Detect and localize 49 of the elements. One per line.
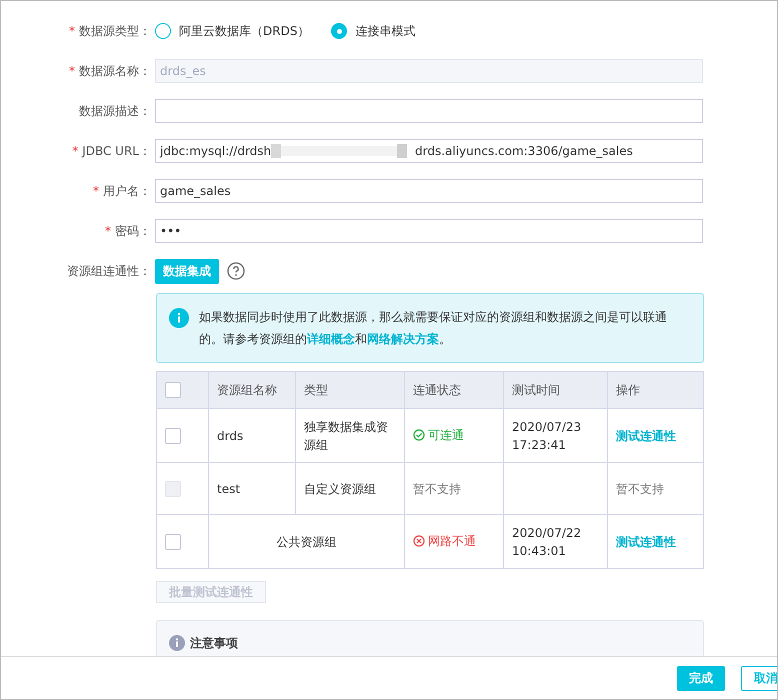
test-connectivity-link[interactable]: 测试连通性 bbox=[616, 428, 676, 442]
error-circle-icon bbox=[413, 534, 425, 546]
input-field[interactable] bbox=[155, 99, 703, 123]
table-cell: test bbox=[208, 462, 296, 514]
help-icon[interactable] bbox=[227, 262, 245, 280]
table-cell: 2020/07/23 17:23:41 bbox=[504, 408, 608, 462]
info-icon bbox=[169, 308, 189, 328]
radio-label: 连接串模式 bbox=[355, 22, 416, 40]
column-header: 资源组名称 bbox=[208, 372, 296, 408]
info-icon bbox=[169, 635, 185, 651]
confirm-button[interactable]: 完成 bbox=[677, 666, 725, 690]
checkbox[interactable] bbox=[165, 428, 181, 444]
column-header: 类型 bbox=[296, 372, 404, 408]
table-cell: 公共资源组 bbox=[208, 514, 404, 568]
network-solution-link[interactable]: 网络解决方案 bbox=[367, 332, 439, 346]
input-field[interactable]: jdbc:mysql://drdsh drds.aliyuncs.com:3306/game_sales bbox=[155, 139, 703, 163]
field-label: * 数据源名称： bbox=[68, 62, 152, 80]
radio-option[interactable]: 连接串模式 bbox=[331, 22, 416, 40]
status-text: 网路不通 bbox=[413, 532, 476, 550]
checkbox[interactable] bbox=[165, 382, 181, 398]
field-label: * 密码： bbox=[104, 222, 152, 240]
action-text: 暂不支持 bbox=[616, 480, 664, 498]
table-cell: 2020/07/22 10:43:01 bbox=[504, 514, 608, 568]
radio-label: 阿里云数据库（DRDS） bbox=[179, 22, 310, 40]
field-label: 数据源描述： bbox=[78, 102, 152, 120]
field-label: * 数据源类型： bbox=[68, 22, 152, 40]
radio-option[interactable]: 阿里云数据库（DRDS） bbox=[155, 22, 310, 40]
concept-link[interactable]: 详细概念 bbox=[307, 332, 355, 346]
column-header: 连通状态 bbox=[404, 372, 504, 408]
test-connectivity-link[interactable]: 测试连通性 bbox=[616, 534, 676, 548]
info-text: 如果数据同步时使用了此数据源，那么就需要保证对应的资源组和数据源之间是可以联通的。请参考资源组的详细概念和网络解决方案。 bbox=[199, 309, 668, 348]
radio-button[interactable] bbox=[331, 23, 348, 39]
notes-title: 注意事项 bbox=[190, 635, 238, 652]
field-label: 资源组连通性： bbox=[66, 262, 152, 280]
table-cell: 独享数据集成资源组 bbox=[296, 408, 404, 462]
status-text: 可连通 bbox=[413, 426, 464, 444]
tag: 数据集成 bbox=[155, 258, 219, 284]
check-circle-icon bbox=[413, 428, 425, 440]
input-field[interactable]: game_sales bbox=[155, 179, 703, 203]
status-text: 暂不支持 bbox=[413, 480, 461, 498]
table-cell: 自定义资源组 bbox=[296, 462, 404, 514]
input-field[interactable]: ••• bbox=[155, 219, 703, 243]
table-cell: drds bbox=[208, 408, 296, 462]
field-label: * JDBC URL： bbox=[71, 142, 152, 160]
column-header: 测试时间 bbox=[504, 372, 608, 408]
checkbox[interactable] bbox=[165, 534, 181, 550]
column-header: 操作 bbox=[608, 372, 704, 408]
field-label: * 用户名： bbox=[92, 182, 152, 200]
radio-button[interactable] bbox=[155, 23, 171, 39]
